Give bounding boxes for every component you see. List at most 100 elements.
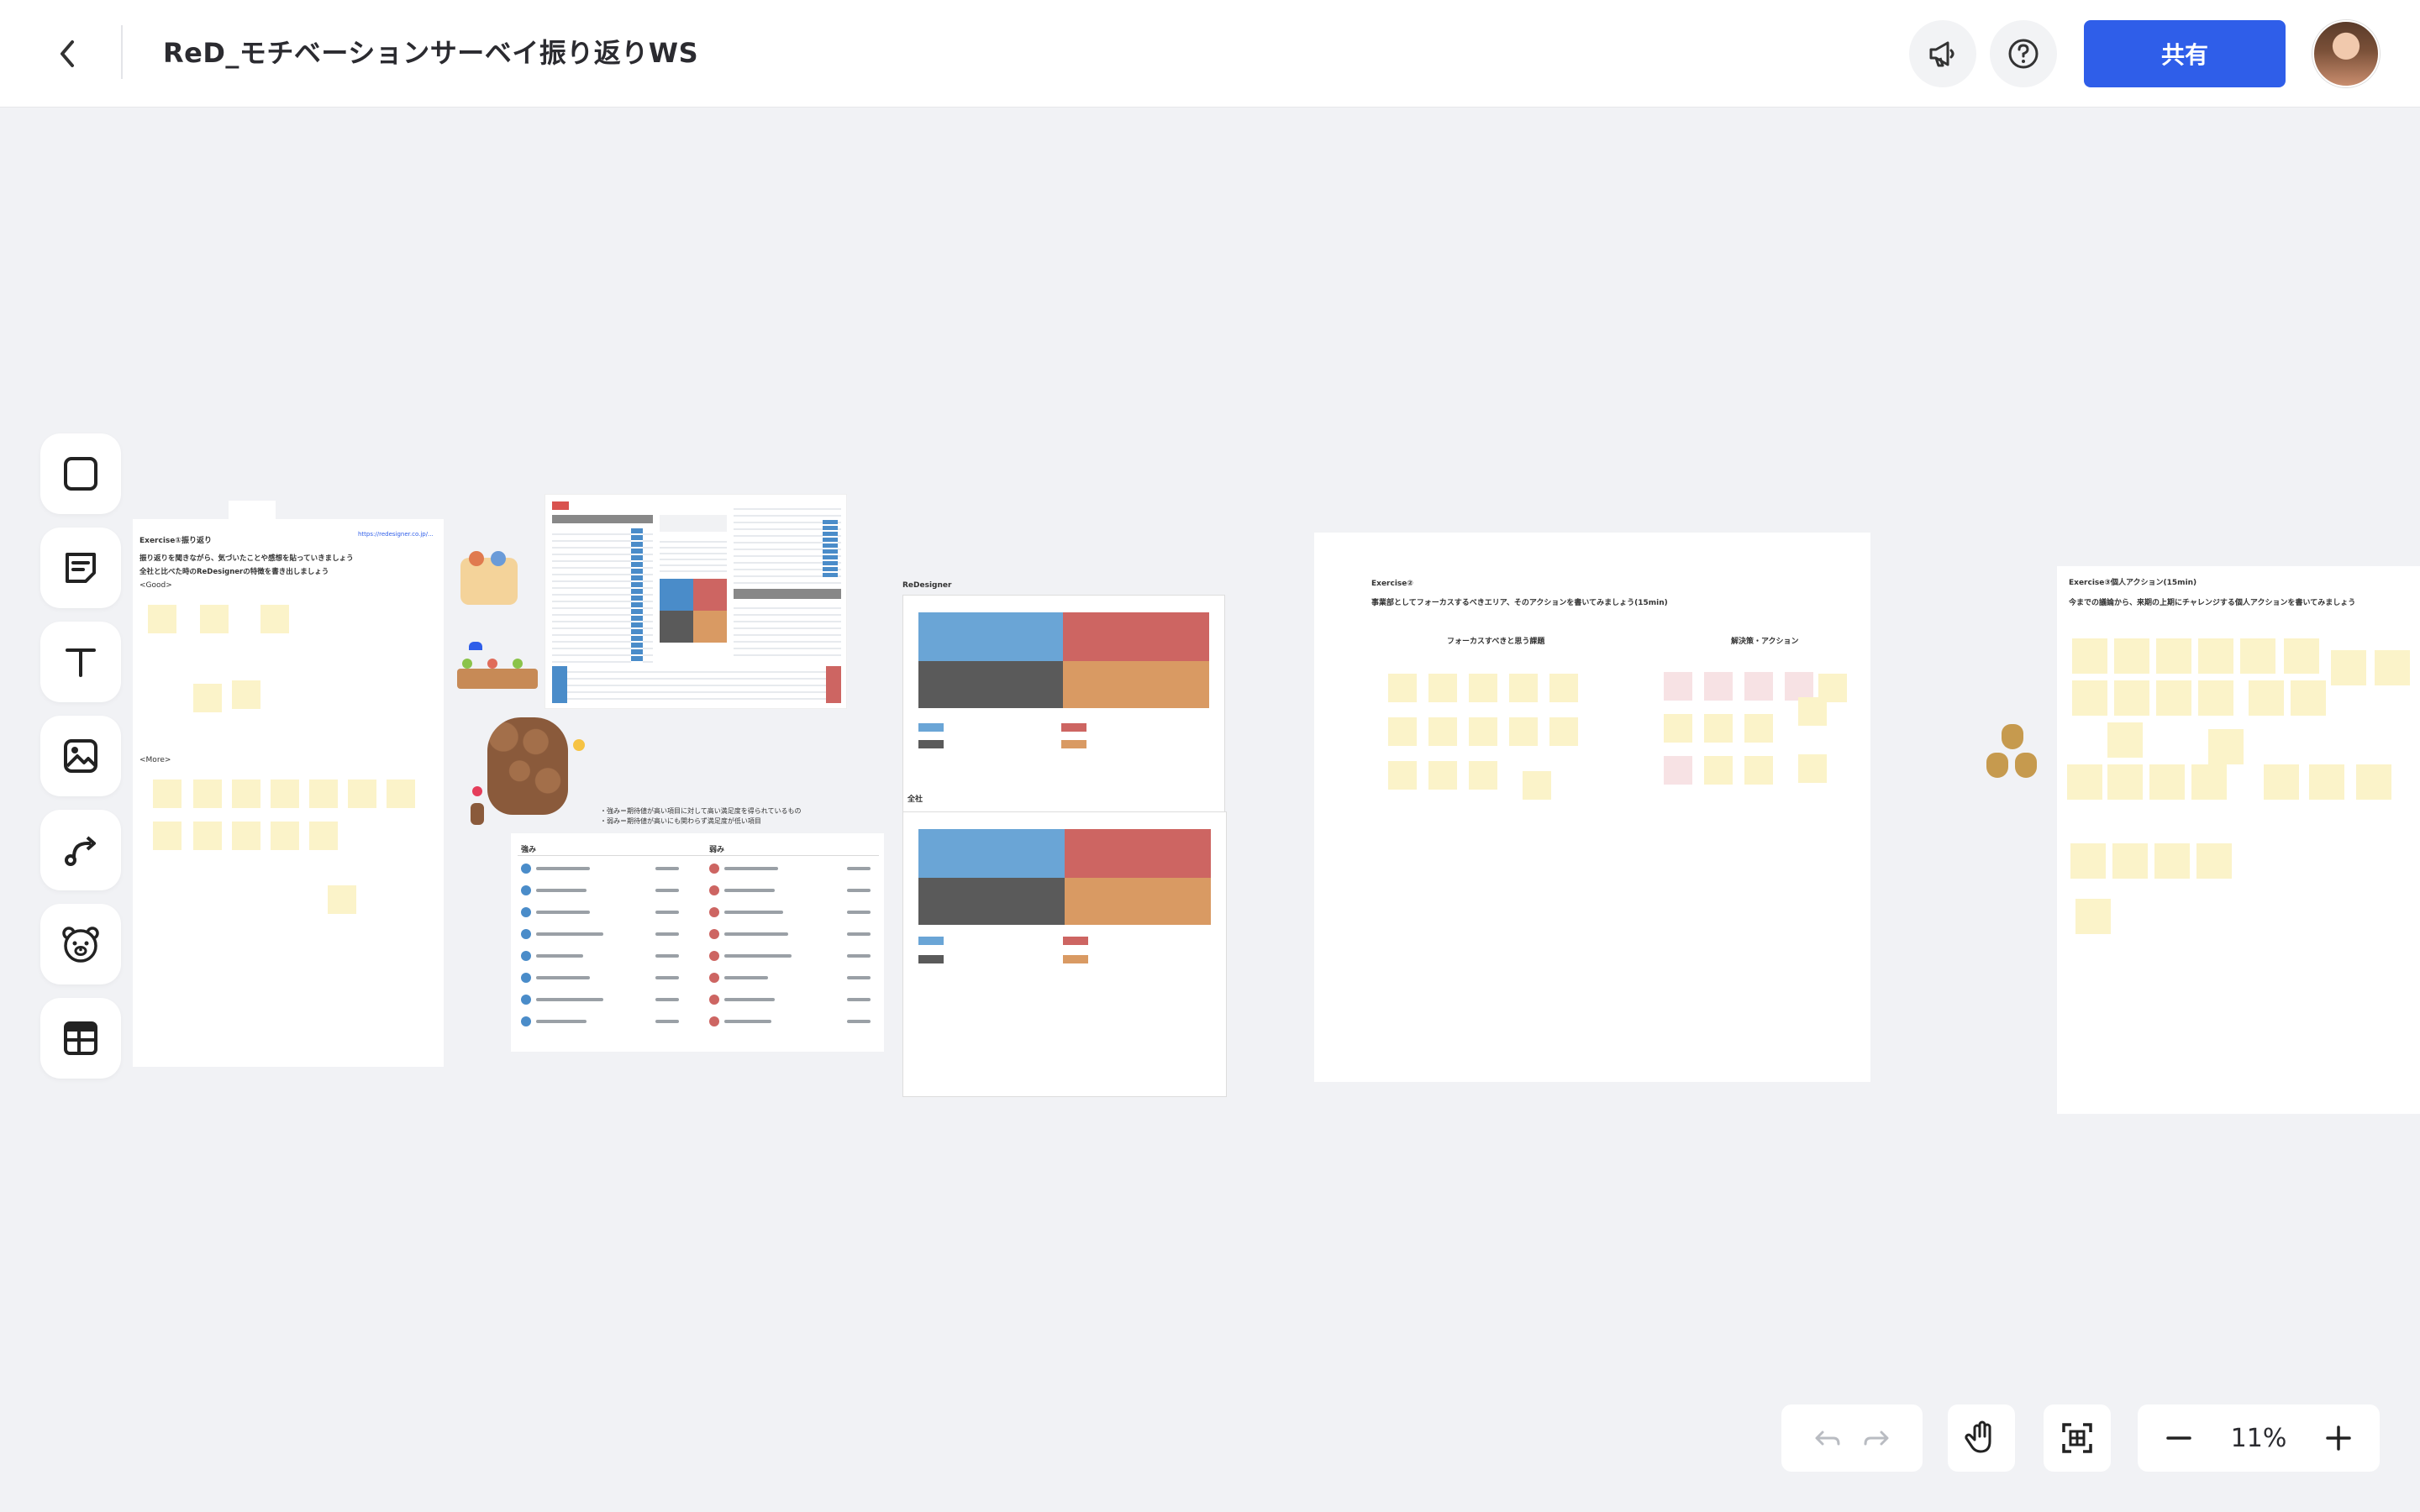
back-button[interactable] (47, 34, 87, 74)
sticky-note[interactable] (1744, 756, 1773, 785)
sticky-note[interactable] (328, 885, 356, 914)
sticky-note[interactable] (2107, 764, 2143, 800)
money-bag-stamp[interactable] (2015, 753, 2037, 778)
sticky-note[interactable] (2114, 680, 2149, 716)
redo-button[interactable] (1852, 1413, 1902, 1463)
sticky-note[interactable] (2149, 764, 2185, 800)
sticky-note[interactable] (2072, 638, 2107, 674)
sticky-note[interactable] (148, 605, 176, 633)
sticky-note[interactable] (1428, 717, 1457, 746)
sticky-note[interactable] (153, 822, 182, 850)
money-bag-stamp[interactable] (2002, 724, 2023, 749)
sticky-note[interactable] (1509, 717, 1538, 746)
sticky-note[interactable] (2309, 764, 2344, 800)
exercise3-frame[interactable]: Exercise③個人アクション(15min) 今までの議論から、来期の上期にチ… (2057, 566, 2420, 1114)
smile-stamp[interactable] (573, 739, 585, 751)
sticky-note[interactable] (232, 780, 260, 808)
sticky-note[interactable] (1664, 672, 1692, 701)
announcement-button[interactable] (1909, 20, 1976, 87)
sticky-note[interactable] (2198, 680, 2233, 716)
sticky-note[interactable] (2249, 680, 2284, 716)
sticky-note[interactable] (1523, 771, 1551, 800)
company-matrix-frame[interactable] (902, 811, 1227, 1097)
sticky-note[interactable] (2154, 843, 2190, 879)
sticky-note[interactable] (1428, 761, 1457, 790)
exercise2-frame[interactable]: Exercise② 事業部としてフォーカスするべきエリア、そのアクションを書いて… (1314, 533, 1870, 1082)
sticky-note[interactable] (232, 822, 260, 850)
money-bag-stamp[interactable] (1986, 753, 2008, 778)
sticky-note[interactable] (1428, 674, 1457, 702)
sticky-note[interactable] (193, 780, 222, 808)
sticky-note[interactable] (1744, 672, 1773, 701)
sticky-note[interactable] (2331, 650, 2366, 685)
heart-stamp[interactable] (472, 786, 482, 796)
sticky-note[interactable] (1664, 714, 1692, 743)
exercise1-frame[interactable]: Exercise①振り返り https://redesigner.co.jp/.… (133, 519, 444, 1067)
hand-tool-button[interactable] (1948, 1404, 2015, 1472)
help-button[interactable] (1990, 20, 2057, 87)
sticky-note[interactable] (232, 680, 260, 709)
sticky-note[interactable] (153, 780, 182, 808)
sticky-note[interactable] (2114, 638, 2149, 674)
sticky-note[interactable] (271, 780, 299, 808)
sticky-note[interactable] (1469, 761, 1497, 790)
sticky-note[interactable] (1388, 717, 1417, 746)
sticky-note[interactable] (387, 780, 415, 808)
sticky-note[interactable] (200, 605, 229, 633)
survey-table-frame[interactable] (544, 494, 847, 709)
sticky-note[interactable] (1798, 754, 1827, 783)
sticky-note[interactable] (348, 780, 376, 808)
sticky-note[interactable] (1549, 674, 1578, 702)
sticky-note[interactable] (2107, 722, 2143, 758)
share-button[interactable]: 共有 (2084, 20, 2286, 87)
sticky-note[interactable] (1388, 674, 1417, 702)
bear-stamp-small[interactable] (471, 803, 484, 825)
board-title[interactable]: ReD_モチベーションサーベイ振り返りWS (163, 32, 698, 71)
sticky-note[interactable] (2356, 764, 2391, 800)
sticky-note[interactable] (1704, 756, 1733, 785)
sticky-note[interactable] (2291, 680, 2326, 716)
board-canvas[interactable]: Exercise①振り返り https://redesigner.co.jp/.… (0, 109, 2420, 1386)
sticky-note[interactable] (2208, 729, 2244, 764)
sticky-note[interactable] (309, 822, 338, 850)
strength-column-header: 強み (521, 846, 537, 854)
zoom-in-button[interactable] (2305, 1413, 2372, 1463)
sticky-note[interactable] (1664, 756, 1692, 785)
sticky-note[interactable] (271, 822, 299, 850)
sticky-note[interactable] (2070, 843, 2106, 879)
sticky-note[interactable] (2198, 638, 2233, 674)
sticky-note[interactable] (1509, 674, 1538, 702)
sticky-note[interactable] (193, 822, 222, 850)
sticky-note[interactable] (2156, 680, 2191, 716)
sticky-note[interactable] (2156, 638, 2191, 674)
sticky-note[interactable] (1785, 672, 1813, 701)
sticky-note[interactable] (2375, 650, 2410, 685)
sticky-note[interactable] (2067, 764, 2102, 800)
sticky-note[interactable] (1704, 714, 1733, 743)
sticky-note[interactable] (2240, 638, 2275, 674)
sticky-note[interactable] (2112, 843, 2148, 879)
sticky-note[interactable] (2072, 680, 2107, 716)
exercise1-link[interactable]: https://redesigner.co.jp/... (358, 531, 434, 538)
user-avatar[interactable] (2312, 20, 2380, 87)
bear-stamp-stack[interactable] (487, 717, 568, 815)
sticky-note[interactable] (1469, 717, 1497, 746)
zoom-out-button[interactable] (2145, 1413, 2212, 1463)
undo-button[interactable] (1802, 1413, 1852, 1463)
sticky-note[interactable] (2284, 638, 2319, 674)
sticky-note[interactable] (309, 780, 338, 808)
sticky-note[interactable] (2196, 843, 2232, 879)
sticky-note[interactable] (2191, 764, 2227, 800)
sticky-note[interactable] (2264, 764, 2299, 800)
sticky-note[interactable] (1704, 672, 1733, 701)
sticky-note[interactable] (1798, 697, 1827, 726)
sticky-note[interactable] (193, 684, 222, 712)
sticky-note[interactable] (1388, 761, 1417, 790)
strength-weakness-frame[interactable]: 強み 弱み (511, 833, 884, 1052)
sticky-note[interactable] (1549, 717, 1578, 746)
sticky-note[interactable] (2075, 899, 2111, 934)
sticky-note[interactable] (1469, 674, 1497, 702)
fit-to-screen-button[interactable] (2044, 1404, 2111, 1472)
sticky-note[interactable] (260, 605, 289, 633)
sticky-note[interactable] (1744, 714, 1773, 743)
